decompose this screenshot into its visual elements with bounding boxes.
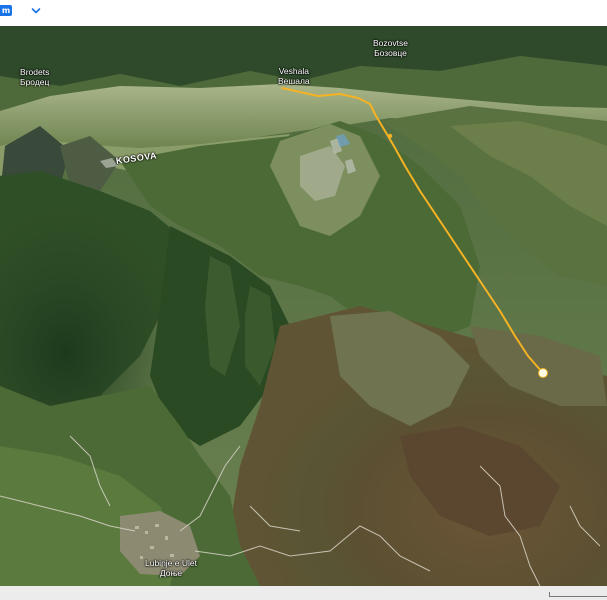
- map-toolbar: m: [0, 0, 607, 26]
- map-footer: [0, 586, 607, 600]
- route-waypoint: [387, 133, 393, 139]
- place-label-veshala[interactable]: Veshala Вешала: [278, 66, 310, 86]
- map-scale-bar: [549, 592, 607, 597]
- map-type-button[interactable]: m: [0, 5, 12, 16]
- route-end-marker[interactable]: [538, 368, 548, 378]
- satellite-map[interactable]: Brodets Бродец Veshala Вешала Bozovtse Б…: [0, 26, 607, 586]
- place-label-brodets[interactable]: Brodets Бродец: [20, 67, 50, 87]
- place-name-cyrillic: Бозовце: [374, 47, 407, 58]
- place-name-cyrillic: Вешала: [278, 75, 310, 86]
- place-name-cyrillic: Доње: [159, 567, 183, 578]
- place-name-cyrillic: Бродец: [20, 76, 50, 87]
- place-label-lubinje[interactable]: Lubinje e Ulet Доње: [145, 558, 197, 578]
- terrain-imagery: [0, 26, 607, 586]
- chevron-down-icon[interactable]: [31, 6, 41, 16]
- place-label-bozovtse[interactable]: Bozovtse Бозовце: [373, 38, 408, 58]
